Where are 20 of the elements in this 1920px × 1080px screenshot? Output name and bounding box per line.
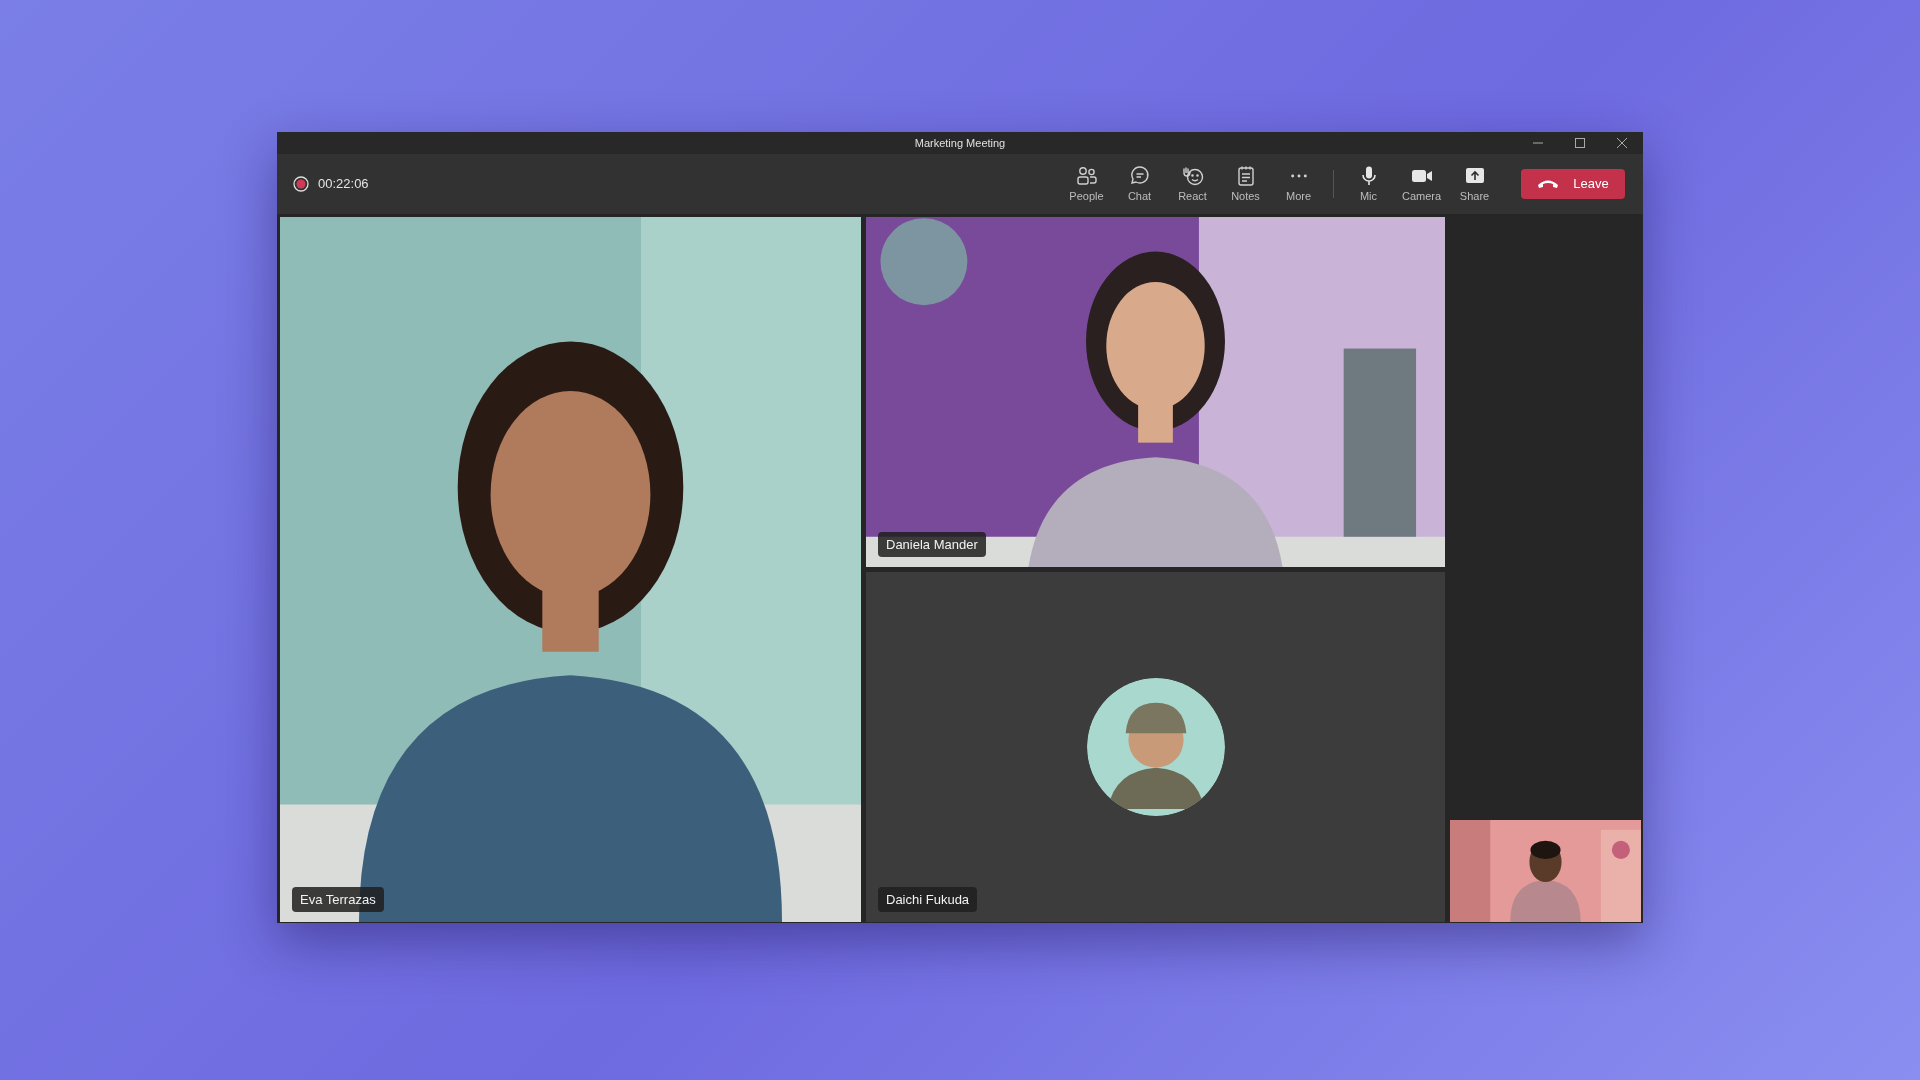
participant-name: Daichi Fukuda bbox=[878, 886, 978, 912]
more-icon bbox=[1290, 174, 1307, 178]
more-button[interactable]: More bbox=[1272, 165, 1325, 202]
people-button[interactable]: People bbox=[1060, 165, 1113, 202]
close-icon bbox=[1616, 136, 1628, 149]
avatar-icon bbox=[1086, 677, 1225, 816]
mic-button[interactable]: Mic bbox=[1342, 165, 1395, 202]
participant-name: Eva Terrazas bbox=[292, 886, 384, 912]
react-button[interactable]: React bbox=[1166, 165, 1219, 202]
camera-button[interactable]: Camera bbox=[1395, 165, 1448, 202]
maximize-icon bbox=[1574, 136, 1586, 149]
share-button[interactable]: Share bbox=[1448, 165, 1501, 202]
leave-button[interactable]: Leave bbox=[1521, 168, 1625, 199]
window-title: Marketing Meeting bbox=[914, 136, 1006, 149]
participant-name: Daniela Mander bbox=[878, 531, 986, 557]
meeting-timer: 00:22:06 bbox=[318, 176, 369, 191]
notes-button[interactable]: Notes bbox=[1219, 165, 1272, 202]
people-icon bbox=[1074, 165, 1099, 187]
react-icon bbox=[1180, 165, 1205, 187]
chat-button[interactable]: Chat bbox=[1113, 165, 1166, 202]
